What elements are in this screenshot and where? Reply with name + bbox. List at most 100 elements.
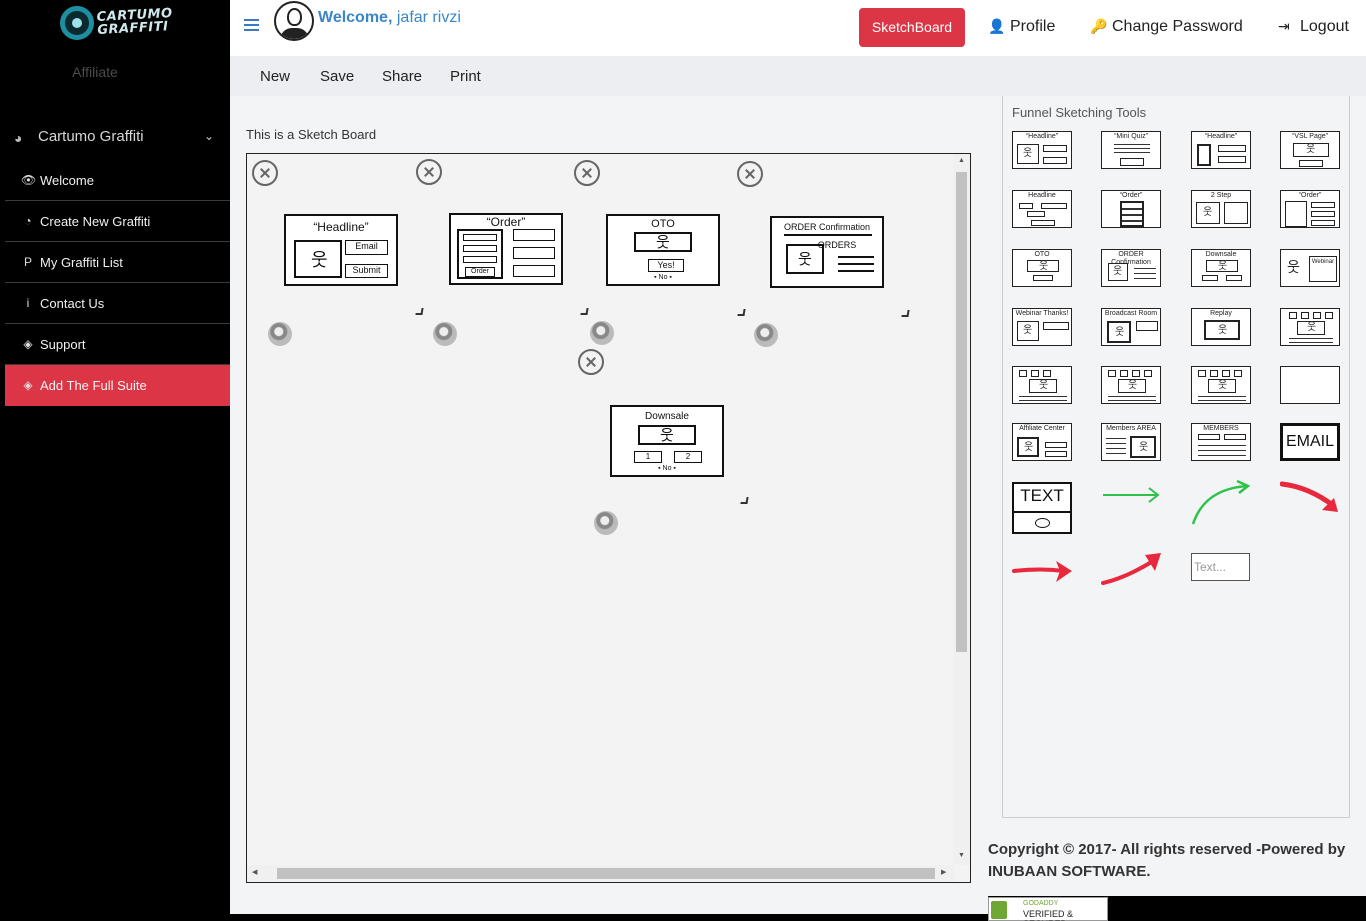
- tool-order[interactable]: “Order”: [1101, 190, 1161, 228]
- avatar[interactable]: [274, 1, 314, 41]
- profile-label: Profile: [1010, 18, 1056, 35]
- vertical-scrollbar[interactable]: ▲ ▼: [953, 154, 970, 865]
- resize-handle-icon[interactable]: [580, 308, 589, 315]
- resize-handle-icon[interactable]: [415, 308, 424, 315]
- rotate-icon[interactable]: [268, 322, 292, 346]
- card-option-1: 1: [634, 451, 662, 463]
- sketch-card-oto[interactable]: OTO 웃 Yes! ▪ No ▪: [606, 214, 720, 286]
- logout-icon: ⇥: [1278, 18, 1290, 34]
- tools-panel: Funnel Sketching Tools “Headline” 웃 “Min…: [988, 96, 1366, 896]
- tool-webinar[interactable]: 웃 Webinar: [1280, 249, 1340, 287]
- tool-layout-2[interactable]: 웃: [1101, 366, 1161, 404]
- tools-title: Funnel Sketching Tools: [1012, 105, 1147, 120]
- logout-link[interactable]: ⇥ Logout: [1278, 18, 1349, 36]
- affiliate-label: Affiliate: [72, 64, 118, 80]
- sidebar-item-add-full-suite[interactable]: ◈ Add The Full Suite: [5, 365, 230, 406]
- tool-arrow-red-curved-up[interactable]: [1101, 551, 1163, 587]
- tool-replay[interactable]: Replay 웃: [1191, 308, 1251, 346]
- sketch-board[interactable]: “Headline” 웃 Email Submit “Order” Order: [246, 153, 971, 883]
- change-password-link[interactable]: 🔑 Change Password: [1090, 18, 1243, 36]
- tool-text-input[interactable]: Text...: [1191, 553, 1250, 581]
- sketch-card-order[interactable]: “Order” Order: [449, 213, 563, 285]
- p-circle-icon: P: [23, 255, 32, 269]
- tool-arrow-green-straight[interactable]: [1101, 484, 1161, 506]
- remove-icon[interactable]: [252, 160, 278, 186]
- tool-order-confirmation[interactable]: ORDER Confirmation 웃: [1101, 249, 1161, 287]
- tool-headline[interactable]: “Headline” 웃: [1012, 131, 1072, 169]
- scrollbar-thumb[interactable]: [277, 868, 935, 879]
- new-button[interactable]: New: [260, 68, 290, 85]
- card-email-field: Email: [345, 240, 388, 255]
- sketchboard-button[interactable]: SketchBoard: [859, 8, 965, 47]
- sidebar-item-contact-us[interactable]: i Contact Us: [5, 283, 230, 324]
- tool-webinar-thanks[interactable]: Webinar Thanks! 웃: [1012, 308, 1072, 346]
- resize-handle-icon[interactable]: [737, 309, 746, 316]
- sidebar-item-label: Welcome: [40, 173, 94, 188]
- welcome-message: Welcome, jafar rivzi: [318, 9, 461, 27]
- sidebar-item-create-new-graffiti[interactable]: ◔ Create New Graffiti: [5, 201, 230, 242]
- sketch-card-downsale[interactable]: Downsale 웃 1 2 ▪ No ▪: [610, 405, 724, 477]
- card-title: OTO: [651, 218, 675, 230]
- tool-broadcast-room[interactable]: Broadcast Room 웃: [1101, 308, 1161, 346]
- scroll-left-icon[interactable]: ◀: [252, 868, 257, 876]
- tool-affiliate-center[interactable]: Affiliate Center 웃: [1012, 423, 1072, 461]
- sketch-card-headline[interactable]: “Headline” 웃 Email Submit: [284, 214, 398, 286]
- tool-members-area[interactable]: Members AREA 웃: [1101, 423, 1161, 461]
- tool-order-2[interactable]: “Order”: [1280, 190, 1340, 228]
- scroll-right-icon[interactable]: ▶: [941, 868, 946, 876]
- resize-handle-icon[interactable]: [740, 497, 749, 504]
- tool-text-box[interactable]: TEXT: [1012, 482, 1072, 534]
- sidebar-item-welcome[interactable]: 👁 Welcome: [5, 160, 230, 201]
- sidebar-item-label: Add The Full Suite: [40, 378, 147, 393]
- share-button[interactable]: Share: [382, 68, 422, 85]
- tool-oto[interactable]: OTO 웃: [1012, 249, 1072, 287]
- lock-icon: [991, 901, 1007, 919]
- horizontal-scrollbar[interactable]: ◀ ▶: [247, 865, 955, 882]
- tool-downsale[interactable]: Downsale 웃: [1191, 249, 1251, 287]
- tool-headline-form[interactable]: Headline: [1012, 190, 1072, 228]
- remove-icon[interactable]: [416, 159, 442, 185]
- godaddy-seal[interactable]: GODADDY VERIFIED & SECURED: [988, 897, 1108, 921]
- rotate-icon[interactable]: [433, 322, 457, 346]
- print-button[interactable]: Print: [450, 68, 481, 85]
- palette-icon: ◕: [14, 130, 23, 146]
- rotate-icon[interactable]: [594, 511, 618, 535]
- tool-gallery[interactable]: 웃: [1280, 308, 1340, 346]
- tool-email[interactable]: EMAIL: [1280, 423, 1340, 461]
- resize-handle-icon[interactable]: [901, 310, 910, 317]
- tool-2-step[interactable]: 2 Step 웃: [1191, 190, 1251, 228]
- tool-members[interactable]: MEMBERS: [1191, 423, 1251, 461]
- tool-arrow-red-curved-down[interactable]: [1280, 480, 1342, 516]
- hamburger-menu-icon[interactable]: [244, 19, 259, 34]
- scroll-up-icon[interactable]: ▲: [958, 157, 965, 164]
- remove-icon[interactable]: [574, 160, 600, 186]
- scroll-down-icon[interactable]: ▼: [958, 852, 965, 859]
- sidebar-section-cartumo-graffiti[interactable]: ◕ Cartumo Graffiti ⌄: [14, 128, 218, 148]
- remove-icon[interactable]: [737, 161, 763, 187]
- sidebar-item-support[interactable]: ◈ Support: [5, 324, 230, 365]
- sidebar-item-my-graffiti-list[interactable]: P My Graffiti List: [5, 242, 230, 283]
- tool-mini-quiz[interactable]: “Mini Quiz”: [1101, 131, 1161, 169]
- tool-blank-box[interactable]: [1280, 366, 1340, 404]
- tool-arrow-green-curved[interactable]: [1191, 480, 1253, 526]
- sidebar-item-label: Contact Us: [40, 296, 105, 311]
- tool-arrow-red-straight[interactable]: [1012, 556, 1074, 586]
- rotate-icon[interactable]: [754, 323, 778, 347]
- top-navbar: Welcome, jafar rivzi SketchBoard 👤 Profil…: [230, 0, 1366, 56]
- tool-layout-1[interactable]: 웃: [1012, 366, 1072, 404]
- toolbar: New Save Share Print: [230, 56, 1366, 96]
- key-icon: 🔑: [1090, 18, 1108, 34]
- save-button[interactable]: Save: [320, 68, 354, 85]
- remove-icon[interactable]: [578, 349, 604, 375]
- sidebar-item-label: Create New Graffiti: [40, 214, 151, 229]
- rotate-icon[interactable]: [590, 321, 614, 345]
- profile-link[interactable]: 👤 Profile: [988, 18, 1055, 36]
- sketch-card-order-confirmation[interactable]: ORDER Confirmation 웃 ORDERS: [770, 216, 884, 288]
- scrollbar-thumb[interactable]: [956, 172, 967, 652]
- cartumo-graffiti-logo[interactable]: CARTUMO GRAFFITI: [60, 6, 175, 46]
- tool-vsl-page[interactable]: “VSL Page” 웃: [1280, 131, 1340, 169]
- stick-figure-icon: 웃: [660, 427, 674, 444]
- sidebar-section-label: Cartumo Graffiti: [38, 128, 144, 145]
- tool-headline-ebook[interactable]: “Headline”: [1191, 131, 1251, 169]
- tool-layout-3[interactable]: 웃: [1191, 366, 1251, 404]
